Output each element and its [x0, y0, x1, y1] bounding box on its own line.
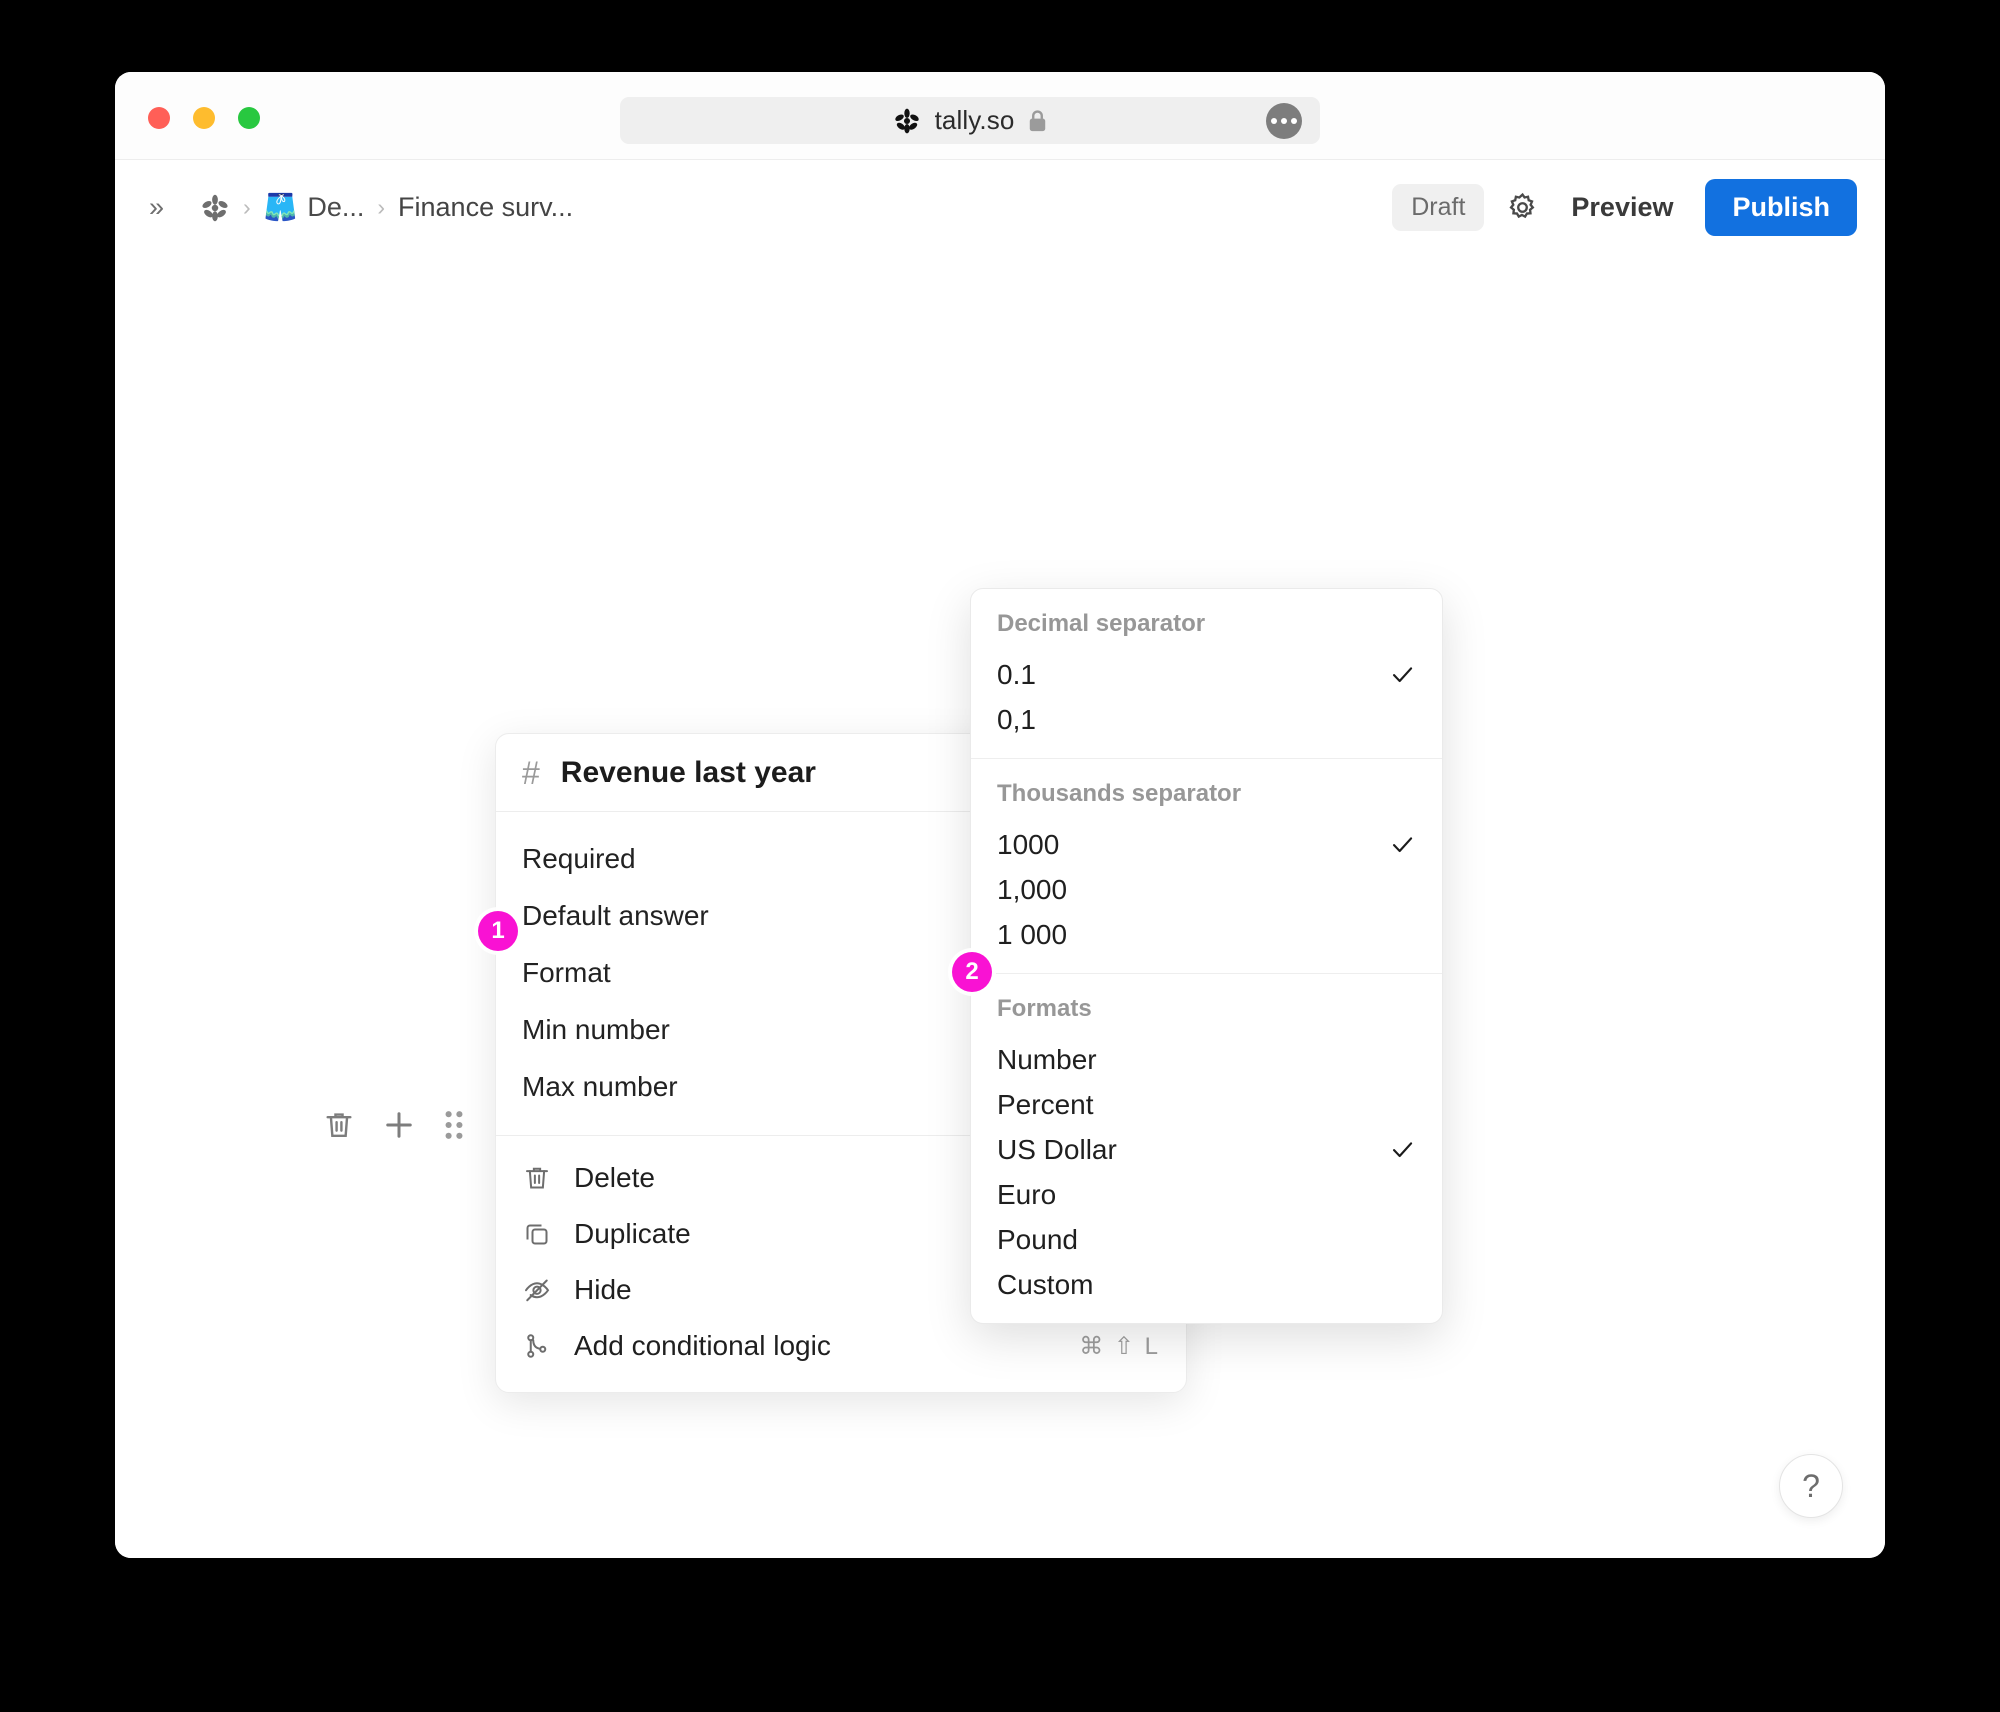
address-bar[interactable]: tally.so: [620, 97, 1320, 144]
step-badge-2: 2: [952, 952, 992, 992]
dropdown-option-label: 1 000: [997, 918, 1068, 950]
setting-label: Required: [522, 842, 636, 874]
dropdown-option-label: US Dollar: [997, 1133, 1117, 1165]
minimize-window-button[interactable]: [193, 107, 215, 129]
drag-handle-icon[interactable]: [442, 1107, 466, 1143]
dropdown-option-label: 0.1: [997, 658, 1036, 690]
eye-off-icon: [525, 1279, 550, 1302]
block-row-controls: [322, 1107, 466, 1143]
status-badge: Draft: [1392, 184, 1485, 231]
breadcrumb-item-workspace[interactable]: [200, 193, 230, 223]
gear-icon[interactable]: [1506, 191, 1539, 224]
dropdown-option-label: Euro: [997, 1178, 1057, 1210]
step-badge-1: 1: [478, 911, 518, 951]
lock-icon: [1030, 109, 1046, 131]
menu-item-label: Add conditional logic: [574, 1330, 831, 1361]
browser-titlebar: tally.so: [115, 72, 1885, 160]
menu-item-shortcut: ⌘ ⇧ L: [1079, 1332, 1160, 1360]
dropdown-option-pound[interactable]: Pound: [971, 1217, 1442, 1262]
breadcrumb-item-project-label: De...: [307, 192, 365, 222]
trash-icon: [526, 1167, 548, 1189]
dropdown-section-heading: Decimal separator: [997, 610, 1206, 637]
plus-icon[interactable]: [381, 1107, 417, 1143]
dropdown-section-thousands-separator: Thousands separator 1000 1,000 1 000: [971, 758, 1442, 973]
dropdown-option-label: Percent: [997, 1088, 1094, 1120]
form-canvas: # Revenue last year Required Default ans…: [115, 255, 1885, 1558]
dropdown-section-heading: Formats: [997, 995, 1092, 1022]
check-icon: [1392, 837, 1413, 853]
setting-label: Format: [522, 956, 611, 988]
dropdown-option-number[interactable]: Number: [971, 1037, 1442, 1082]
maximize-window-button[interactable]: [238, 107, 260, 129]
toolbar-actions: Draft Preview Publish: [1392, 179, 1857, 236]
more-dot: [1271, 117, 1277, 124]
breadcrumb-item-project[interactable]: 🩳 De...: [264, 192, 365, 223]
dropdown-option-label: 1000: [997, 828, 1060, 860]
dropdown-section-formats: Formats Number Percent US Dollar Euro Po…: [971, 973, 1442, 1323]
trash-icon[interactable]: [322, 1108, 356, 1142]
browser-window: tally.so » › 🩳 De... › Finance surv... D…: [115, 72, 1885, 1558]
dropdown-section-decimal-separator: Decimal separator 0.1 0,1: [971, 589, 1442, 758]
more-options-icon[interactable]: [1266, 102, 1302, 139]
tally-asterisk-icon: [202, 194, 228, 221]
close-window-button[interactable]: [148, 107, 170, 129]
format-dropdown-panel: Decimal separator 0.1 0,1 Thousands sepa…: [970, 588, 1443, 1324]
preview-button[interactable]: Preview: [1561, 186, 1683, 229]
kite-emoji-icon: 🩳: [263, 192, 298, 222]
duplicate-icon: [526, 1224, 548, 1245]
dropdown-option-custom[interactable]: Custom: [971, 1262, 1442, 1307]
dropdown-option-label: Number: [997, 1043, 1097, 1075]
dropdown-option-label: Custom: [997, 1268, 1094, 1300]
screenshot-root: tally.so » › 🩳 De... › Finance surv... D…: [0, 0, 2000, 1712]
setting-label: Max number: [522, 1070, 678, 1102]
double-chevron-right-icon[interactable]: »: [137, 188, 176, 227]
tally-asterisk-icon: [894, 108, 919, 133]
dropdown-option-decimal-comma[interactable]: 0,1: [971, 697, 1442, 742]
setting-label: Min number: [522, 1013, 670, 1045]
more-dot: [1291, 117, 1297, 124]
dropdown-option-thousands-space[interactable]: 1 000: [971, 912, 1442, 957]
dropdown-option-euro[interactable]: Euro: [971, 1172, 1442, 1217]
dropdown-option-decimal-dot[interactable]: 0.1: [971, 652, 1442, 697]
dropdown-option-thousands-comma[interactable]: 1,000: [971, 867, 1442, 912]
breadcrumb: › 🩳 De... › Finance surv...: [200, 192, 573, 223]
app-toolbar: » › 🩳 De... › Finance surv... Draft Prev…: [115, 160, 1885, 255]
publish-button[interactable]: Publish: [1705, 179, 1857, 236]
more-dot: [1281, 117, 1287, 124]
menu-item-label: Hide: [574, 1274, 632, 1305]
hash-icon: #: [522, 755, 540, 791]
check-icon: [1392, 1142, 1413, 1158]
branch-icon: [527, 1334, 547, 1358]
dropdown-option-label: 0,1: [997, 703, 1036, 735]
check-icon: [1392, 667, 1413, 683]
dropdown-option-thousands-none[interactable]: 1000: [971, 822, 1442, 867]
dropdown-option-percent[interactable]: Percent: [971, 1082, 1442, 1127]
menu-item-label: Delete: [574, 1162, 655, 1193]
setting-label: Default answer: [522, 899, 709, 931]
menu-item-label: Duplicate: [574, 1218, 691, 1249]
menu-item-add-conditional-logic[interactable]: Add conditional logic ⌘ ⇧ L: [522, 1318, 1160, 1374]
dropdown-option-us-dollar[interactable]: US Dollar: [971, 1127, 1442, 1172]
page-title: Revenue last year: [560, 756, 816, 789]
address-bar-url: tally.so: [934, 105, 1015, 135]
window-traffic-lights[interactable]: [148, 107, 260, 129]
breadcrumb-item-form[interactable]: Finance surv...: [398, 192, 573, 223]
breadcrumb-separator: ›: [243, 194, 251, 220]
dropdown-section-heading: Thousands separator: [997, 780, 1242, 807]
help-button[interactable]: ?: [1779, 1454, 1843, 1518]
breadcrumb-separator: ›: [377, 194, 386, 220]
dropdown-option-label: 1,000: [997, 873, 1068, 905]
dropdown-option-label: Pound: [997, 1223, 1078, 1255]
breadcrumb-item-form-label: Finance surv...: [398, 192, 574, 222]
